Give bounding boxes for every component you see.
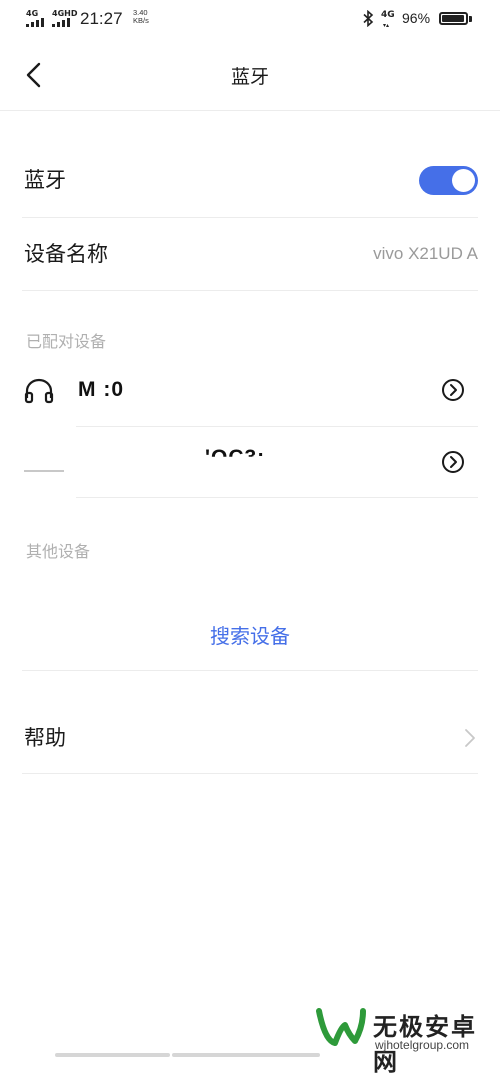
battery-percent: 96% bbox=[402, 10, 431, 26]
signal-label: 4G bbox=[26, 9, 39, 18]
signal-bars-icon bbox=[52, 18, 77, 27]
row-divider bbox=[76, 497, 478, 498]
paired-device-name: M :0 bbox=[78, 378, 124, 401]
gesture-bar[interactable] bbox=[172, 1053, 320, 1057]
row-divider bbox=[22, 217, 478, 218]
row-divider bbox=[76, 426, 478, 427]
watermark: 无极安卓网 wjhotelgroup.com bbox=[315, 1005, 490, 1076]
help-row[interactable]: 帮助 bbox=[0, 700, 500, 770]
signal-indicator-1: 4G bbox=[26, 10, 44, 27]
status-bar: 4G 4GHD 21:27 3.40 KB/s 4G ▾▴ 96% bbox=[0, 0, 500, 38]
data-arrows-icon: ▾▴ bbox=[383, 22, 390, 29]
paired-devices-section-label: 已配对设备 bbox=[26, 332, 107, 351]
paired-device-item[interactable]: 'OC3: ... bbox=[0, 428, 500, 496]
network-speed-unit: KB/s bbox=[133, 16, 149, 25]
device-name-row[interactable]: 设备名称 vivo X21UD A bbox=[0, 222, 500, 288]
status-time: 21:27 bbox=[80, 9, 123, 28]
signal-indicator-2: 4GHD bbox=[52, 10, 77, 27]
headphones-icon bbox=[24, 378, 54, 404]
toggle-knob bbox=[452, 169, 475, 192]
row-divider bbox=[22, 773, 478, 774]
row-divider bbox=[22, 290, 478, 291]
device-icon bbox=[24, 470, 64, 472]
battery-icon bbox=[439, 12, 468, 25]
watermark-url: wjhotelgroup.com bbox=[375, 1038, 470, 1052]
device-settings-button[interactable] bbox=[442, 379, 464, 401]
circle-chevron-right-icon bbox=[450, 456, 457, 468]
other-devices-section-label: 其他设备 bbox=[26, 542, 91, 561]
network-speed: 3.40 KB/s bbox=[133, 9, 149, 25]
paired-device-item[interactable]: M :0 bbox=[0, 358, 500, 424]
device-settings-button[interactable] bbox=[442, 451, 464, 473]
network-type-indicator: 4G bbox=[381, 10, 395, 20]
header-divider bbox=[0, 110, 500, 111]
row-divider bbox=[22, 670, 478, 671]
bluetooth-label: 蓝牙 bbox=[24, 168, 66, 192]
search-devices-button[interactable]: 搜索设备 bbox=[0, 620, 500, 649]
help-label: 帮助 bbox=[24, 726, 66, 750]
device-name-label: 设备名称 bbox=[24, 242, 108, 266]
chevron-right-icon bbox=[465, 729, 475, 747]
paired-device-name: 'OC3: ... bbox=[205, 446, 293, 469]
signal-label: 4GHD bbox=[52, 9, 78, 18]
device-name-value: vivo X21UD A bbox=[373, 244, 478, 263]
circle-chevron-right-icon bbox=[450, 384, 457, 396]
gesture-bar[interactable] bbox=[55, 1053, 170, 1057]
bluetooth-toggle[interactable] bbox=[419, 166, 478, 195]
battery-tip bbox=[469, 16, 472, 22]
page-title: 蓝牙 bbox=[230, 66, 269, 88]
bluetooth-status-icon bbox=[363, 10, 374, 27]
watermark-logo-icon bbox=[316, 1008, 366, 1046]
signal-bars-icon bbox=[26, 18, 44, 27]
